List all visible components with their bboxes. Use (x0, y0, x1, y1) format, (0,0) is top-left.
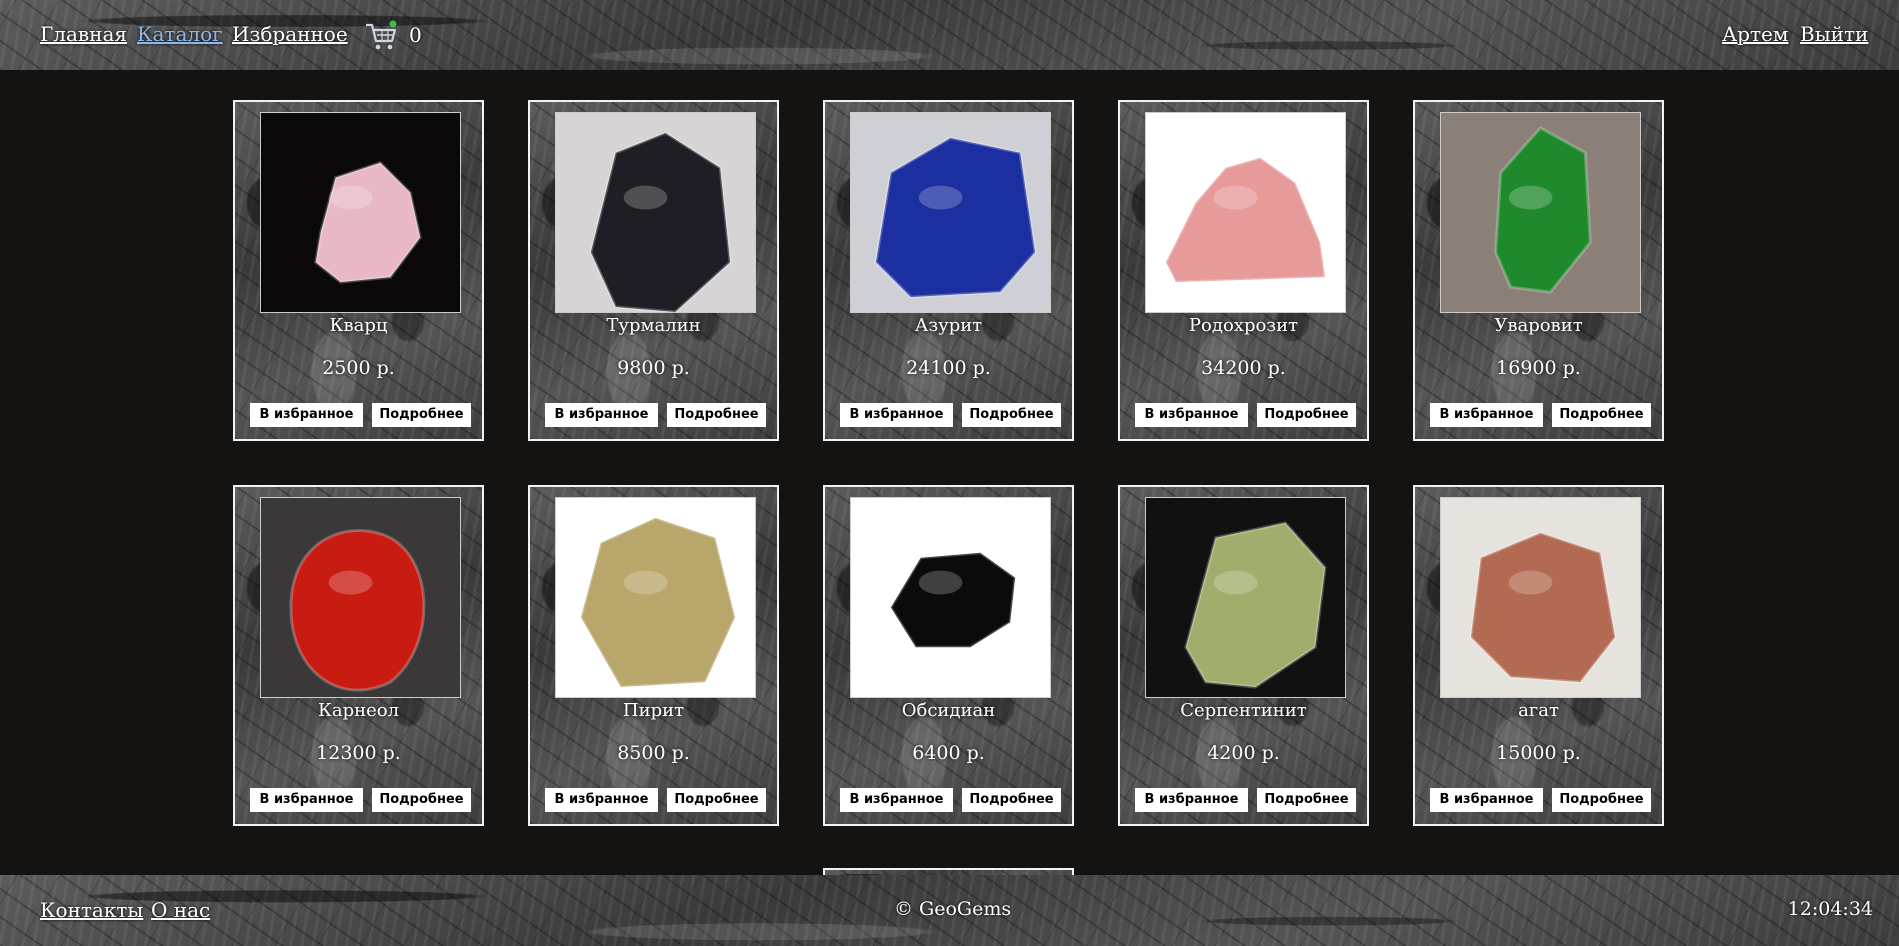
product-price: 4200 р. (1207, 742, 1280, 764)
product-grid: Кварц 2500 р. В избранное Подробнее Турмалин… (233, 100, 1670, 875)
product-card-partial (823, 868, 1074, 875)
add-to-favorites-button[interactable]: В избранное (250, 403, 363, 427)
add-to-favorites-button[interactable]: В избранное (1430, 788, 1543, 812)
details-button[interactable]: Подробнее (372, 788, 471, 812)
product-price: 12300 р. (316, 742, 401, 764)
product-card: Пирит 8500 р. В избранное Подробнее (528, 485, 779, 826)
product-price: 8500 р. (617, 742, 690, 764)
product-card: Обсидиан 6400 р. В избранное Подробнее (823, 485, 1074, 826)
shopping-cart-icon[interactable] (364, 20, 398, 52)
product-image[interactable] (1145, 497, 1346, 698)
product-image[interactable] (260, 112, 461, 313)
product-image[interactable] (1145, 112, 1346, 313)
add-to-favorites-button[interactable]: В избранное (1430, 403, 1543, 427)
product-price: 34200 р. (1201, 357, 1286, 379)
product-name: Уваровит (1494, 315, 1583, 336)
product-name: Пирит (622, 700, 685, 721)
product-name: Обсидиан (901, 700, 996, 721)
product-name: Родохрозит (1188, 315, 1299, 336)
add-to-favorites-button[interactable]: В избранное (840, 403, 953, 427)
product-name: Карнеол (317, 700, 400, 721)
nav-favorites-link[interactable]: Избранное (232, 22, 348, 46)
footer-contacts-link[interactable]: Контакты (40, 898, 143, 922)
nav-home-link[interactable]: Главная (40, 22, 127, 46)
footer-about-link[interactable]: О нас (151, 898, 210, 922)
product-image[interactable] (555, 497, 756, 698)
product-name: агат (1518, 700, 1559, 721)
product-image[interactable] (1440, 112, 1641, 313)
add-to-favorites-button[interactable]: В избранное (840, 788, 953, 812)
details-button[interactable]: Подробнее (1552, 403, 1651, 427)
product-image[interactable] (260, 497, 461, 698)
add-to-favorites-button[interactable]: В избранное (1135, 788, 1248, 812)
details-button[interactable]: Подробнее (667, 788, 766, 812)
product-image[interactable] (1440, 497, 1641, 698)
product-image[interactable] (850, 112, 1051, 313)
product-price: 6400 р. (912, 742, 985, 764)
add-to-favorites-button[interactable]: В избранное (250, 788, 363, 812)
details-button[interactable]: Подробнее (372, 403, 471, 427)
product-card: Кварц 2500 р. В избранное Подробнее (233, 100, 484, 441)
product-image[interactable] (850, 497, 1051, 698)
product-card: Серпентинит 4200 р. В избранное Подробнее (1118, 485, 1369, 826)
product-price: 16900 р. (1496, 357, 1581, 379)
product-name: Кварц (329, 315, 388, 336)
product-name: Турмалин (606, 315, 701, 336)
product-name: Азурит (914, 315, 983, 336)
product-card: Карнеол 12300 р. В избранное Подробнее (233, 485, 484, 826)
add-to-favorites-button[interactable]: В избранное (545, 403, 658, 427)
product-card: Турмалин 9800 р. В избранное Подробнее (528, 100, 779, 441)
user-name-link[interactable]: Артем (1722, 22, 1788, 46)
product-price: 2500 р. (322, 357, 395, 379)
product-card: Уваровит 16900 р. В избранное Подробнее (1413, 100, 1664, 441)
product-price: 15000 р. (1496, 742, 1581, 764)
details-button[interactable]: Подробнее (1257, 403, 1356, 427)
product-card: Азурит 24100 р. В избранное Подробнее (823, 100, 1074, 441)
details-button[interactable]: Подробнее (962, 403, 1061, 427)
logout-link[interactable]: Выйти (1800, 22, 1868, 46)
top-bar: Главная Каталог Избранное 0 Артем Выйти (0, 0, 1899, 70)
copyright-text: © GeoGems (894, 898, 1012, 920)
add-to-favorites-button[interactable]: В избранное (1135, 403, 1248, 427)
clock-time: 12:04:34 (1787, 898, 1873, 920)
details-button[interactable]: Подробнее (1552, 788, 1651, 812)
add-to-favorites-button[interactable]: В избранное (545, 788, 658, 812)
details-button[interactable]: Подробнее (1257, 788, 1356, 812)
details-button[interactable]: Подробнее (962, 788, 1061, 812)
product-price: 24100 р. (906, 357, 991, 379)
product-card: Родохрозит 34200 р. В избранное Подробнее (1118, 100, 1369, 441)
product-image[interactable] (555, 112, 756, 313)
details-button[interactable]: Подробнее (667, 403, 766, 427)
product-card: агат 15000 р. В избранное Подробнее (1413, 485, 1664, 826)
cart-count: 0 (409, 23, 422, 47)
product-name: Серпентинит (1180, 700, 1307, 721)
product-price: 9800 р. (617, 357, 690, 379)
nav-catalog-link[interactable]: Каталог (137, 22, 223, 46)
